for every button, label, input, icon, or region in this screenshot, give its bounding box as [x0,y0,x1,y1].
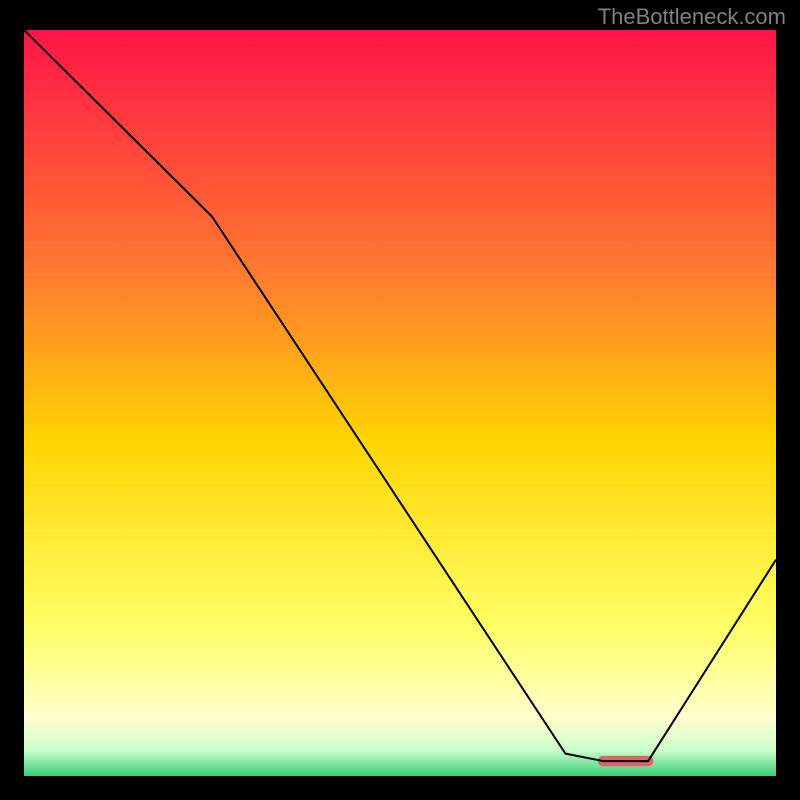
chart-container: TheBottleneck.com [0,0,800,800]
watermark-text: TheBottleneck.com [598,4,786,30]
plot-area [24,30,776,776]
chart-svg [24,30,776,776]
